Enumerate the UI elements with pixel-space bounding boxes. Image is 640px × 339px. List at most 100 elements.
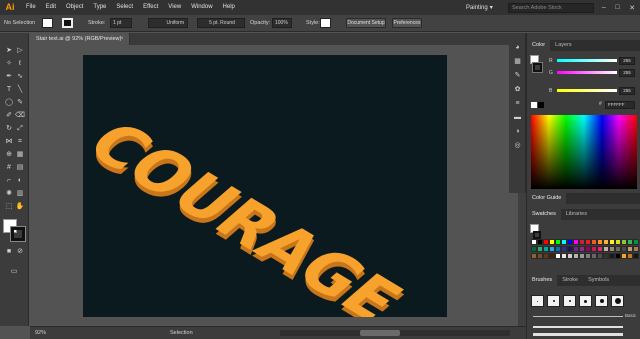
status-bar: 92% Selection bbox=[30, 326, 526, 339]
tab-layers[interactable]: Layers bbox=[550, 40, 577, 51]
gradient-panel-icon[interactable]: ▬ bbox=[513, 113, 522, 122]
menu-help[interactable]: Help bbox=[218, 0, 240, 15]
brush-stroke-sample[interactable] bbox=[533, 333, 623, 336]
green-slider[interactable]: G 255 bbox=[531, 69, 637, 77]
document-setup-button[interactable]: Document Setup bbox=[346, 18, 386, 28]
minimize-icon[interactable]: – bbox=[602, 4, 606, 11]
stock-search-input[interactable]: Search Adobe Stock bbox=[508, 3, 594, 13]
blend-tool-icon[interactable]: ◐ bbox=[15, 176, 25, 185]
black-chip[interactable] bbox=[538, 102, 544, 108]
brush-preset[interactable] bbox=[531, 295, 544, 307]
close-icon[interactable]: ✕ bbox=[629, 4, 635, 12]
menu-type[interactable]: Type bbox=[88, 0, 111, 15]
workspace-switcher[interactable]: Painting ▾ bbox=[466, 3, 493, 12]
artboard-tool-icon[interactable]: ⬚ bbox=[4, 202, 14, 211]
opacity-field[interactable]: 100% bbox=[272, 18, 292, 28]
menu-window[interactable]: Window bbox=[186, 0, 217, 15]
screen-mode-icon[interactable]: ▭ bbox=[9, 267, 19, 276]
variable-width-profile[interactable]: Uniform bbox=[148, 18, 188, 28]
stroke-weight-field[interactable]: 1 pt bbox=[110, 18, 132, 28]
stroke-color-box[interactable] bbox=[10, 226, 26, 242]
appearance-panel-icon[interactable]: ◎ bbox=[513, 141, 522, 150]
tab-color-guide[interactable]: Color Guide bbox=[527, 193, 567, 204]
horizontal-scroll-thumb[interactable] bbox=[360, 330, 400, 336]
artwork[interactable]: COURAGE COURAGE bbox=[83, 55, 447, 317]
menu-select[interactable]: Select bbox=[111, 0, 138, 15]
symbol-sprayer-tool-icon[interactable]: ✺ bbox=[4, 189, 14, 198]
brush-preset[interactable] bbox=[611, 295, 624, 307]
lasso-tool-icon[interactable]: ℓ bbox=[15, 59, 25, 68]
none-mode-icon[interactable]: ⊘ bbox=[15, 247, 25, 256]
current-tool-status[interactable]: Selection bbox=[170, 329, 193, 337]
white-chip[interactable] bbox=[531, 102, 537, 108]
fill-swatch[interactable] bbox=[42, 18, 53, 28]
document-tab[interactable]: Stair text.ai @ 92% (RGB/Preview) bbox=[30, 33, 130, 45]
hex-field[interactable]: FFFFFF bbox=[605, 101, 635, 109]
menu-object[interactable]: Object bbox=[61, 0, 88, 15]
brush-preset[interactable] bbox=[595, 295, 608, 307]
eraser-tool-icon[interactable]: ⌫ bbox=[15, 111, 25, 120]
curvature-tool-icon[interactable]: ∿ bbox=[15, 72, 25, 81]
tab-swatches[interactable]: Swatches bbox=[527, 209, 561, 220]
tab-color[interactable]: Color bbox=[527, 40, 551, 51]
preferences-button[interactable]: Preferences bbox=[392, 18, 422, 28]
swatch[interactable] bbox=[633, 246, 639, 252]
ellipse-tool-icon[interactable]: ◯ bbox=[4, 98, 14, 107]
shaper-tool-icon[interactable]: ✐ bbox=[4, 111, 14, 120]
selection-tool-icon[interactable]: ➤ bbox=[4, 46, 14, 55]
tab-brushes[interactable]: Brushes bbox=[527, 275, 558, 286]
menu-file[interactable]: File bbox=[21, 0, 41, 15]
transparency-panel-icon[interactable]: ◑ bbox=[513, 127, 522, 136]
tab-stroke[interactable]: Stroke bbox=[557, 275, 583, 286]
swatches-stroke[interactable] bbox=[533, 231, 541, 239]
gradient-tool-icon[interactable]: ▤ bbox=[15, 163, 25, 172]
color-spectrum[interactable] bbox=[531, 115, 637, 189]
color-mode-icon[interactable]: ■ bbox=[4, 247, 14, 256]
red-slider[interactable]: R 255 bbox=[531, 57, 637, 65]
color-panel-icon[interactable]: ◕ bbox=[513, 43, 522, 52]
blue-slider[interactable]: B 255 bbox=[531, 87, 637, 95]
direct-selection-tool-icon[interactable]: ▷ bbox=[15, 46, 25, 55]
brush-definition[interactable]: 5 pt. Round bbox=[197, 18, 245, 28]
tab-libraries[interactable]: Libraries bbox=[561, 209, 592, 220]
magic-wand-tool-icon[interactable]: ✧ bbox=[4, 59, 14, 68]
brush-preset[interactable] bbox=[579, 295, 592, 307]
stroke-panel-icon[interactable]: ≡ bbox=[513, 99, 522, 108]
pen-tool-icon[interactable]: ✒ bbox=[4, 72, 14, 81]
mesh-tool-icon[interactable]: # bbox=[4, 163, 14, 172]
brush-preset[interactable] bbox=[563, 295, 576, 307]
tab-close-icon[interactable]: × bbox=[120, 33, 124, 45]
brush-stroke-sample[interactable] bbox=[533, 326, 623, 328]
menu-edit[interactable]: Edit bbox=[41, 0, 61, 15]
eyedropper-tool-icon[interactable]: ⌐ bbox=[4, 176, 14, 185]
hex-prefix: # bbox=[599, 101, 602, 107]
menu-effect[interactable]: Effect bbox=[138, 0, 163, 15]
rotate-tool-icon[interactable]: ↻ bbox=[4, 124, 14, 133]
basic-brush-line[interactable] bbox=[533, 316, 623, 317]
stroke-swatch[interactable] bbox=[62, 18, 73, 28]
line-tool-icon[interactable]: ╲ bbox=[15, 85, 25, 94]
horizontal-scrollbar[interactable] bbox=[280, 330, 510, 336]
symbols-panel-icon[interactable]: ✿ bbox=[513, 85, 522, 94]
swatch[interactable] bbox=[633, 239, 639, 245]
brush-preset[interactable] bbox=[547, 295, 560, 307]
width-tool-icon[interactable]: ⋈ bbox=[4, 137, 14, 146]
zoom-level[interactable]: 92% bbox=[35, 329, 55, 337]
maximize-icon[interactable]: □ bbox=[615, 4, 619, 11]
artboard[interactable]: COURAGE COURAGE bbox=[83, 55, 447, 317]
menu-view[interactable]: View bbox=[163, 0, 186, 15]
perspective-grid-tool-icon[interactable]: ▦ bbox=[15, 150, 25, 159]
swatch[interactable] bbox=[633, 253, 639, 259]
swatches-panel-icon[interactable]: ▦ bbox=[513, 57, 522, 66]
courage-text[interactable]: COURAGE bbox=[83, 110, 417, 317]
graphic-style-swatch[interactable] bbox=[320, 18, 331, 28]
scale-tool-icon[interactable]: ⤢ bbox=[15, 124, 25, 133]
brushes-panel-icon[interactable]: ✎ bbox=[513, 71, 522, 80]
free-transform-tool-icon[interactable]: ⌗ bbox=[15, 137, 25, 146]
shape-builder-tool-icon[interactable]: ⊕ bbox=[4, 150, 14, 159]
tab-symbols[interactable]: Symbols bbox=[583, 275, 614, 286]
paintbrush-tool-icon[interactable]: ✎ bbox=[15, 98, 25, 107]
hand-tool-icon[interactable]: ✋ bbox=[15, 202, 25, 211]
column-graph-tool-icon[interactable]: ▥ bbox=[15, 189, 25, 198]
type-tool-icon[interactable]: T bbox=[4, 85, 14, 94]
